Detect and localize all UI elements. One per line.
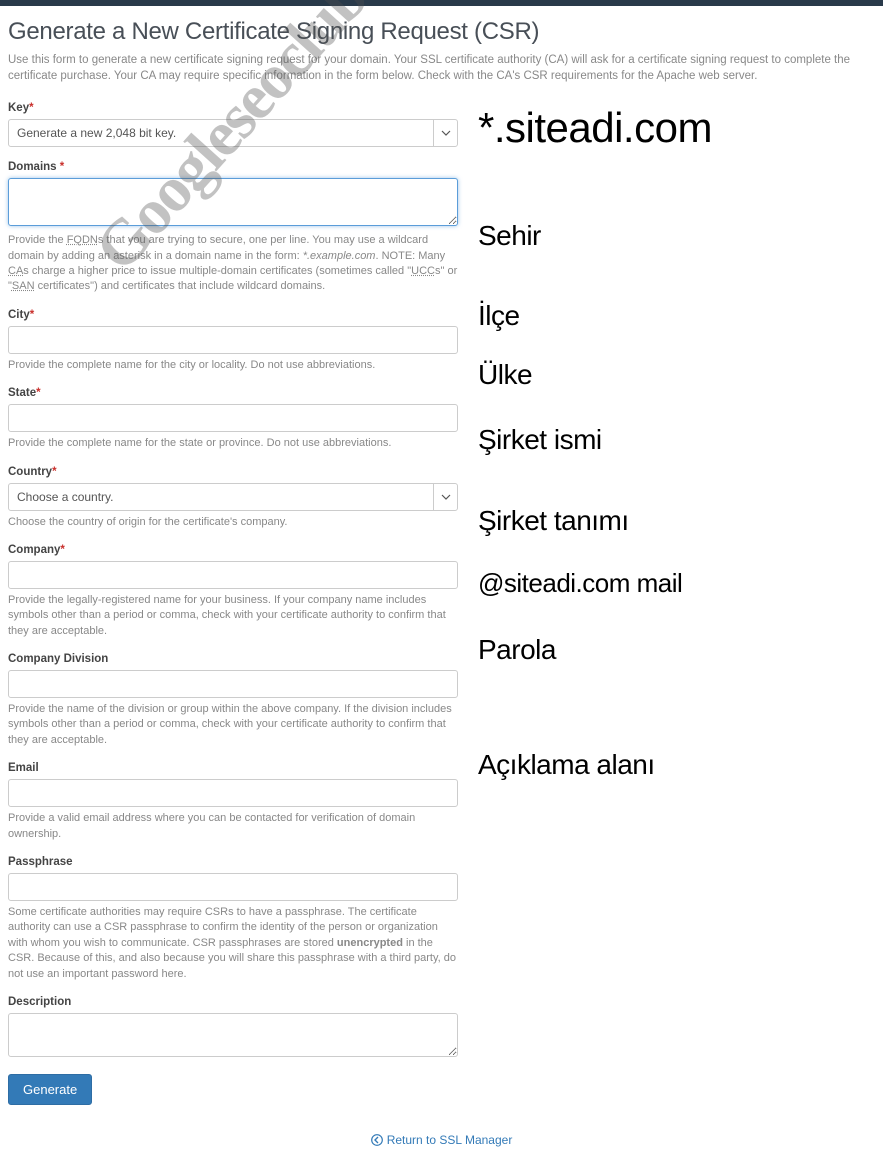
division-input[interactable] — [8, 670, 458, 698]
country-select-wrap: Choose a country. — [8, 483, 458, 511]
required-asterisk: * — [52, 466, 56, 478]
company-label-text: Company — [8, 544, 60, 556]
field-description: Description — [8, 996, 458, 1060]
city-help: Provide the complete name for the city o… — [8, 358, 458, 373]
country-label-text: Country — [8, 466, 52, 478]
key-label-text: Key — [8, 102, 29, 114]
layout-row: Key* Generate a new 2,048 bit key. Domai… — [8, 102, 875, 1105]
required-asterisk: * — [36, 387, 40, 399]
page-intro: Use this form to generate a new certific… — [8, 52, 875, 84]
help-text: certificates") and certificates that inc… — [35, 280, 326, 292]
back-arrow-icon — [371, 1134, 383, 1149]
help-san: SAN — [12, 280, 35, 292]
help-ucc: UCC — [411, 265, 435, 277]
passphrase-input[interactable] — [8, 873, 458, 901]
return-link[interactable]: Return to SSL Manager — [387, 1133, 513, 1147]
field-key: Key* Generate a new 2,048 bit key. — [8, 102, 458, 147]
help-text: s charge a higher price to issue multipl… — [23, 265, 411, 277]
annotation-company: Şirket ismi — [478, 424, 602, 456]
required-asterisk: * — [30, 309, 34, 321]
company-input[interactable] — [8, 561, 458, 589]
description-input[interactable] — [8, 1013, 458, 1057]
domains-help: Provide the FQDNs that you are trying to… — [8, 233, 458, 295]
annotation-division: Şirket tanımı — [478, 505, 629, 537]
generate-button[interactable]: Generate — [8, 1074, 92, 1105]
help-example: *.example.com — [303, 250, 376, 262]
page-title: Generate a New Certificate Signing Reque… — [8, 18, 875, 46]
field-division: Company Division Provide the name of the… — [8, 653, 458, 748]
passphrase-help: Some certificate authorities may require… — [8, 905, 458, 982]
return-link-row: Return to SSL Manager — [8, 1133, 875, 1149]
key-label: Key* — [8, 102, 458, 114]
domains-label-text: Domains — [8, 161, 57, 173]
field-state: State* Provide the complete name for the… — [8, 387, 458, 451]
country-help: Choose the country of origin for the cer… — [8, 515, 458, 530]
annotation-city: Sehir — [478, 220, 541, 252]
company-label: Company* — [8, 544, 458, 556]
annotation-passphrase: Parola — [478, 634, 556, 666]
form-column: Key* Generate a new 2,048 bit key. Domai… — [8, 102, 458, 1105]
page-container: Generate a New Certificate Signing Reque… — [0, 6, 883, 1169]
required-asterisk: * — [29, 102, 33, 114]
passphrase-label: Passphrase — [8, 856, 458, 868]
annotation-column: *.siteadi.com Sehir İlçe Ülke Şirket ism… — [478, 102, 875, 1105]
key-select-wrap: Generate a new 2,048 bit key. — [8, 119, 458, 147]
annotation-domains: *.siteadi.com — [478, 104, 712, 152]
help-fqdn: FQDN — [67, 234, 98, 246]
state-label: State* — [8, 387, 458, 399]
email-help: Provide a valid email address where you … — [8, 811, 458, 842]
company-help: Provide the legally-registered name for … — [8, 593, 458, 639]
annotation-description: Açıklama alanı — [478, 749, 655, 781]
help-bold: unencrypted — [337, 937, 403, 949]
field-passphrase: Passphrase Some certificate authorities … — [8, 856, 458, 982]
field-email: Email Provide a valid email address wher… — [8, 762, 458, 842]
help-ca: CA — [8, 265, 23, 277]
help-text: . NOTE: Many — [375, 250, 445, 262]
state-label-text: State — [8, 387, 36, 399]
country-label: Country* — [8, 466, 458, 478]
division-label: Company Division — [8, 653, 458, 665]
country-select[interactable]: Choose a country. — [8, 483, 458, 511]
field-domains: Domains * Provide the FQDNs that you are… — [8, 161, 458, 295]
city-label-text: City — [8, 309, 30, 321]
field-city: City* Provide the complete name for the … — [8, 309, 458, 373]
email-label: Email — [8, 762, 458, 774]
annotation-country: Ülke — [478, 359, 532, 391]
state-help: Provide the complete name for the state … — [8, 436, 458, 451]
email-input[interactable] — [8, 779, 458, 807]
annotation-state: İlçe — [478, 300, 520, 332]
city-input[interactable] — [8, 326, 458, 354]
division-help: Provide the name of the division or grou… — [8, 702, 458, 748]
domains-label: Domains * — [8, 161, 458, 173]
field-company: Company* Provide the legally-registered … — [8, 544, 458, 639]
help-text: Provide the — [8, 234, 67, 246]
key-select[interactable]: Generate a new 2,048 bit key. — [8, 119, 458, 147]
required-asterisk: * — [60, 544, 64, 556]
domains-input[interactable] — [8, 178, 458, 226]
annotation-email: @siteadi.com mail — [478, 568, 682, 599]
description-label: Description — [8, 996, 458, 1008]
field-country: Country* Choose a country. Choose the co… — [8, 466, 458, 530]
required-asterisk: * — [60, 161, 64, 173]
city-label: City* — [8, 309, 458, 321]
state-input[interactable] — [8, 404, 458, 432]
